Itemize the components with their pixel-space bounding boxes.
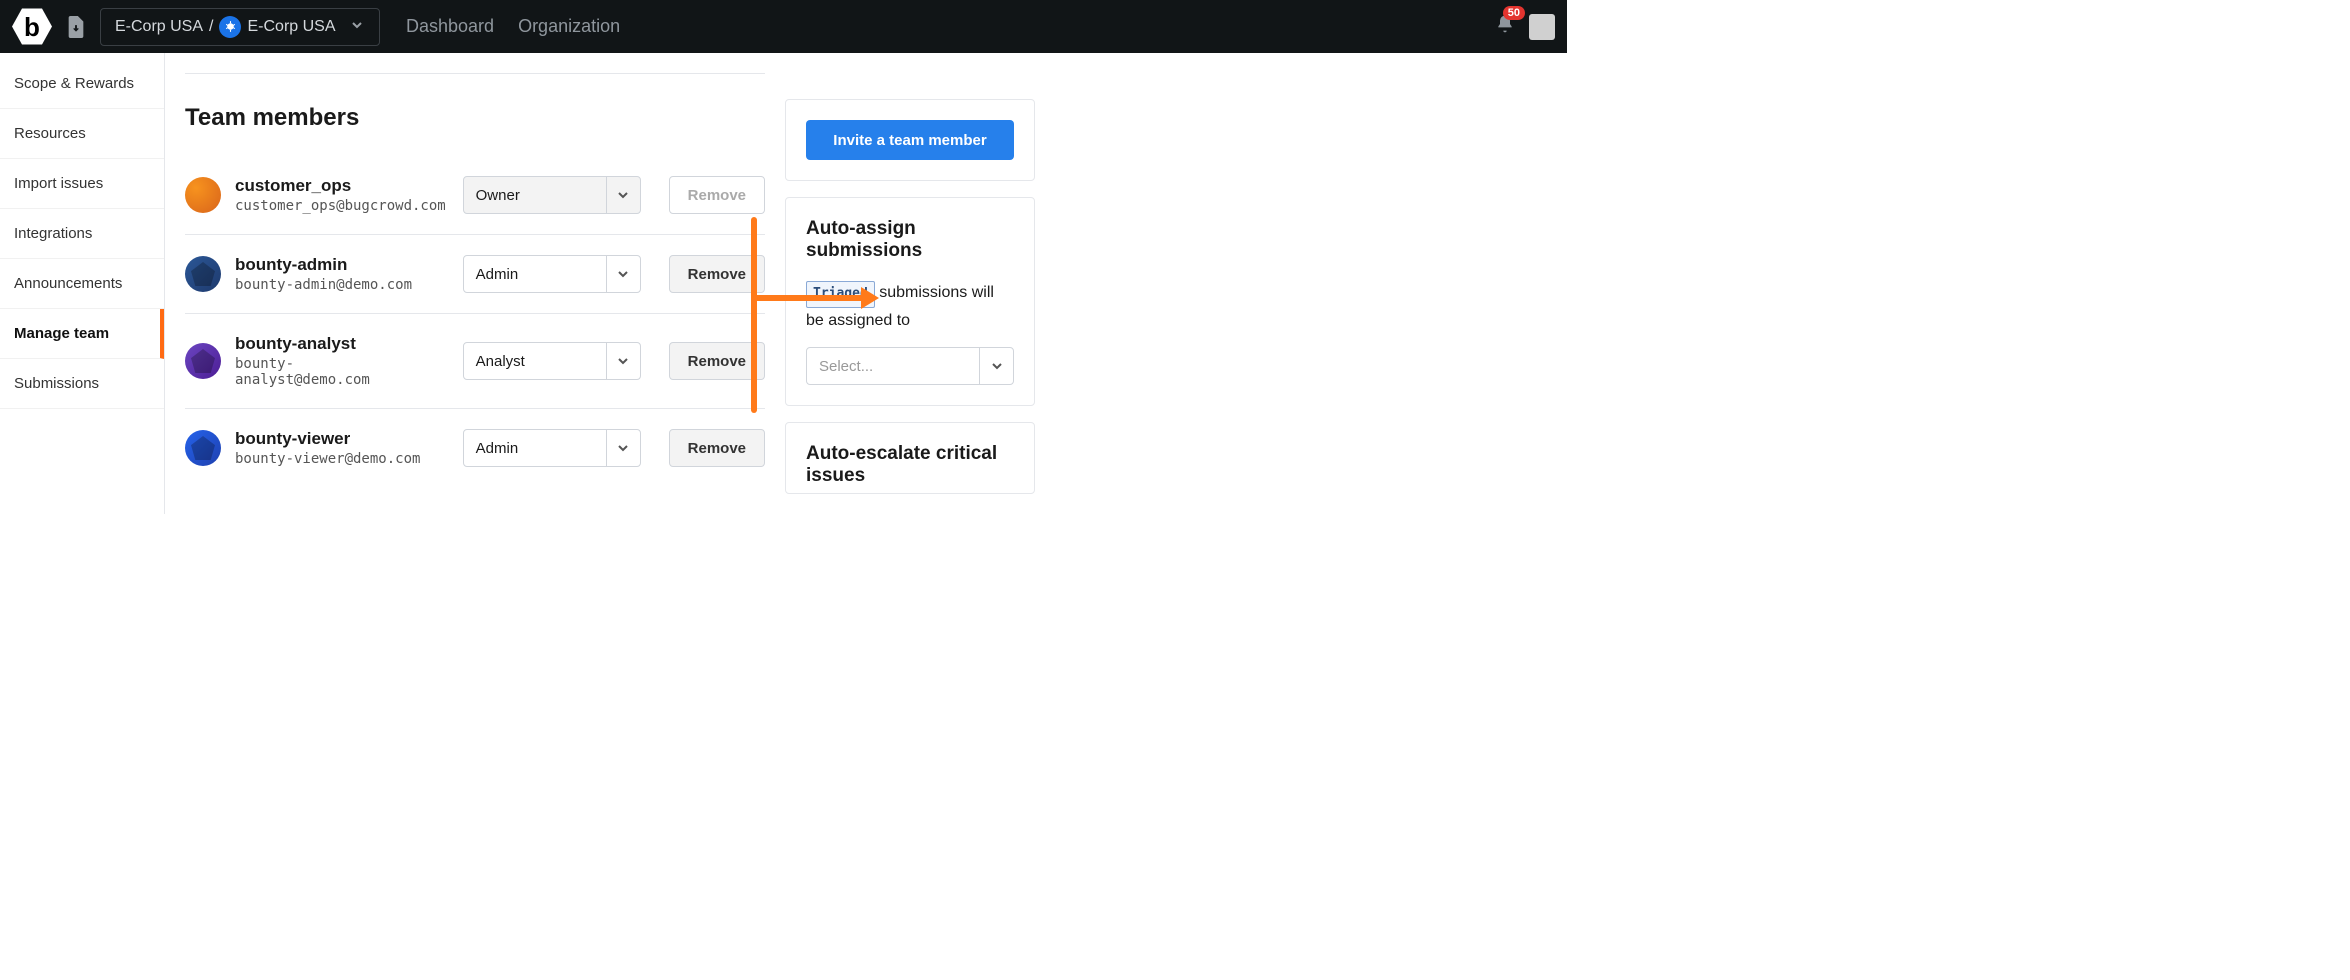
remove-button[interactable]: Remove xyxy=(669,342,765,380)
member-row: customer_ops customer_ops@bugcrowd.com O… xyxy=(185,156,765,235)
top-header: b E-Corp USA / E-Corp USA Dashboard Orga… xyxy=(0,0,1567,53)
auto-escalate-card: Auto-escalate critical issues xyxy=(785,422,1035,494)
role-select[interactable]: Admin xyxy=(463,429,641,467)
breadcrumb-program: E-Corp USA xyxy=(247,18,335,36)
section-title: Team members xyxy=(185,104,765,132)
select-placeholder: Select... xyxy=(807,358,979,375)
member-email: customer_ops@bugcrowd.com xyxy=(235,198,425,214)
chevron-down-icon[interactable] xyxy=(606,343,640,379)
invite-card: Invite a team member xyxy=(785,99,1035,181)
member-email: bounty-analyst@demo.com xyxy=(235,356,425,388)
invite-team-member-button[interactable]: Invite a team member xyxy=(806,120,1014,160)
sidebar-item-integrations[interactable]: Integrations xyxy=(0,209,164,259)
member-email: bounty-admin@demo.com xyxy=(235,277,425,293)
role-label: Owner xyxy=(464,187,606,204)
chevron-down-icon[interactable] xyxy=(606,177,640,213)
sidebar-item-manage-team[interactable]: Manage team xyxy=(0,309,164,359)
role-label: Analyst xyxy=(464,353,606,370)
breadcrumb-org: E-Corp USA xyxy=(115,18,203,36)
bug-icon xyxy=(219,16,241,38)
chevron-down-icon[interactable] xyxy=(606,256,640,292)
member-avatar xyxy=(185,177,221,213)
sidebar-item-resources[interactable]: Resources xyxy=(0,109,164,159)
sidebar: Scope & Rewards Resources Import issues … xyxy=(0,53,165,514)
triaged-tag: Triaged xyxy=(806,281,875,308)
program-selector[interactable]: E-Corp USA / E-Corp USA xyxy=(100,8,380,46)
role-select[interactable]: Analyst xyxy=(463,342,641,380)
role-label: Admin xyxy=(464,440,606,457)
nav-organization[interactable]: Organization xyxy=(518,16,620,37)
member-email: bounty-viewer@demo.com xyxy=(235,451,425,467)
notification-count: 50 xyxy=(1503,6,1525,20)
member-name: customer_ops xyxy=(235,176,425,196)
chevron-down-icon[interactable] xyxy=(606,430,640,466)
member-avatar xyxy=(185,256,221,292)
member-row: bounty-admin bounty-admin@demo.com Admin… xyxy=(185,235,765,314)
top-nav: Dashboard Organization xyxy=(406,16,620,37)
logo[interactable]: b xyxy=(12,7,52,47)
sidebar-item-announcements[interactable]: Announcements xyxy=(0,259,164,309)
role-select[interactable]: Owner xyxy=(463,176,641,214)
member-name: bounty-viewer xyxy=(235,429,425,449)
auto-assign-description: Triaged submissions will be assigned to xyxy=(806,280,1014,333)
remove-button[interactable]: Remove xyxy=(669,429,765,467)
member-row: bounty-analyst bounty-analyst@demo.com A… xyxy=(185,314,765,409)
member-name: bounty-admin xyxy=(235,255,425,275)
sidebar-item-submissions[interactable]: Submissions xyxy=(0,359,164,409)
assignee-select[interactable]: Select... xyxy=(806,347,1014,385)
member-avatar xyxy=(185,430,221,466)
notifications-button[interactable]: 50 xyxy=(1495,14,1515,39)
role-label: Admin xyxy=(464,266,606,283)
member-avatar xyxy=(185,343,221,379)
chevron-down-icon[interactable] xyxy=(341,18,373,36)
sidebar-item-scope-rewards[interactable]: Scope & Rewards xyxy=(0,59,164,109)
user-avatar[interactable] xyxy=(1529,14,1555,40)
card-title: Auto-assign submissions xyxy=(806,218,1014,262)
chevron-down-icon[interactable] xyxy=(979,348,1013,384)
card-title: Auto-escalate critical issues xyxy=(806,443,1014,487)
document-icon[interactable] xyxy=(64,15,88,39)
member-name: bounty-analyst xyxy=(235,334,425,354)
role-select[interactable]: Admin xyxy=(463,255,641,293)
auto-assign-card: Auto-assign submissions Triaged submissi… xyxy=(785,197,1035,406)
nav-dashboard[interactable]: Dashboard xyxy=(406,16,494,37)
remove-button[interactable]: Remove xyxy=(669,255,765,293)
sidebar-item-import-issues[interactable]: Import issues xyxy=(0,159,164,209)
member-row: bounty-viewer bounty-viewer@demo.com Adm… xyxy=(185,409,765,487)
breadcrumb-separator: / xyxy=(209,18,213,36)
remove-button[interactable]: Remove xyxy=(669,176,765,214)
